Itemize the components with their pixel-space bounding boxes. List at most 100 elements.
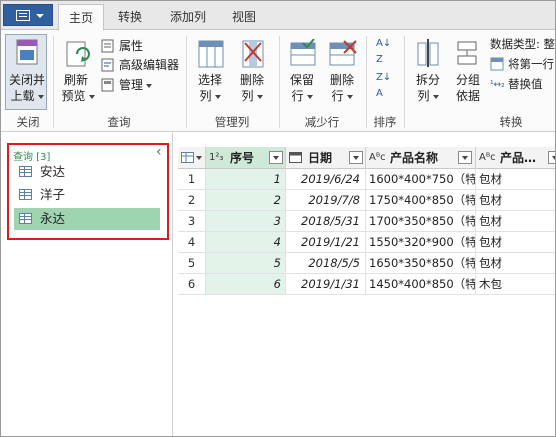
remove-rows-label-2: 行 bbox=[331, 89, 344, 103]
filter-dropdown-icon[interactable] bbox=[548, 151, 556, 164]
tab-add-column[interactable]: 添加列 bbox=[160, 4, 216, 31]
filter-dropdown-icon[interactable] bbox=[269, 151, 283, 164]
keep-rows-label-2: 行 bbox=[291, 89, 304, 103]
refresh-icon bbox=[66, 41, 90, 67]
tab-home[interactable]: 主页 bbox=[58, 4, 104, 31]
column-header-product-truncated[interactable]: Aᴮc 产品… bbox=[476, 147, 556, 169]
cell-date[interactable]: 2019/7/8 bbox=[286, 190, 366, 211]
split-column-label-1[interactable]: 拆分 bbox=[410, 72, 446, 88]
dropdown-arrow-icon bbox=[214, 94, 221, 99]
filter-dropdown-icon[interactable] bbox=[349, 151, 363, 164]
group-by-icon bbox=[457, 41, 477, 65]
cell-seq[interactable]: 5 bbox=[206, 253, 286, 274]
use-first-row-button[interactable]: 将第一行 bbox=[508, 56, 554, 72]
cell-date[interactable]: 2019/1/21 bbox=[286, 232, 366, 253]
cell-product[interactable]: 包材 bbox=[476, 253, 556, 274]
advanced-editor-icon bbox=[101, 58, 114, 72]
advanced-editor-button[interactable]: 高级编辑器 bbox=[119, 57, 179, 73]
split-column-icon bbox=[417, 39, 439, 67]
choose-columns-label-2: 列 bbox=[199, 89, 212, 103]
table-menu-icon bbox=[181, 152, 202, 163]
whole-number-type-icon[interactable]: 1²₃ bbox=[209, 147, 223, 168]
split-column-label-2: 列 bbox=[417, 89, 430, 103]
cell-product-name[interactable]: 1450*400*850（特… bbox=[366, 274, 476, 295]
cell-date[interactable]: 2018/5/31 bbox=[286, 211, 366, 232]
filter-dropdown-icon[interactable] bbox=[458, 151, 472, 164]
remove-columns-label-2: 列 bbox=[241, 89, 254, 103]
manage-button[interactable]: 管理 bbox=[119, 77, 153, 93]
remove-columns-label-1[interactable]: 删除 bbox=[234, 72, 270, 88]
cell-product-name[interactable]: 1600*400*750（特… bbox=[366, 169, 476, 190]
row-number[interactable]: 6 bbox=[178, 274, 206, 295]
remove-columns-button[interactable]: 列 bbox=[234, 88, 270, 104]
row-number[interactable]: 2 bbox=[178, 190, 206, 211]
group-by-label-2[interactable]: 依据 bbox=[450, 88, 486, 104]
keep-rows-icon bbox=[290, 39, 316, 66]
cell-product[interactable]: 包材 bbox=[476, 169, 556, 190]
dropdown-arrow-icon bbox=[88, 94, 95, 99]
group-label-transform: 转换 bbox=[499, 115, 523, 129]
cell-product-name[interactable]: 1550*320*900（特… bbox=[366, 232, 476, 253]
cell-product-name[interactable]: 1650*350*850（特… bbox=[366, 253, 476, 274]
table-menu-button[interactable] bbox=[178, 147, 206, 169]
choose-columns-button[interactable]: 列 bbox=[192, 88, 228, 104]
annotation-highlight-box bbox=[7, 143, 169, 240]
replace-values-icon: ¹↔₂ bbox=[490, 80, 505, 90]
cell-seq[interactable]: 2 bbox=[206, 190, 286, 211]
close-load-label-1: 关闭并 bbox=[8, 73, 45, 87]
cell-date[interactable]: 2018/5/5 bbox=[286, 253, 366, 274]
choose-columns-label-1[interactable]: 选择 bbox=[192, 72, 228, 88]
chevron-down-icon bbox=[36, 14, 44, 18]
row-number[interactable]: 5 bbox=[178, 253, 206, 274]
text-type-icon[interactable]: Aᴮc bbox=[369, 147, 386, 168]
cell-product-name[interactable]: 1700*350*850（特… bbox=[366, 211, 476, 232]
close-load-label-2-text: 上载 bbox=[10, 89, 35, 103]
cell-product[interactable]: 包材 bbox=[476, 232, 556, 253]
cell-date[interactable]: 2019/1/31 bbox=[286, 274, 366, 295]
cell-product-name[interactable]: 1750*400*850（特… bbox=[366, 190, 476, 211]
cell-product[interactable]: 包材 bbox=[476, 211, 556, 232]
row-number[interactable]: 3 bbox=[178, 211, 206, 232]
keep-rows-label-1[interactable]: 保留 bbox=[284, 72, 320, 88]
refresh-preview-button[interactable]: 预览 bbox=[56, 88, 100, 104]
properties-button[interactable]: 属性 bbox=[119, 38, 143, 54]
divider bbox=[404, 36, 405, 128]
remove-rows-label-1[interactable]: 删除 bbox=[324, 72, 360, 88]
split-column-button[interactable]: 列 bbox=[410, 88, 446, 104]
dropdown-arrow-icon bbox=[346, 94, 353, 99]
data-type-dropdown[interactable]: 数据类型: 整 bbox=[490, 36, 555, 52]
remove-rows-button[interactable]: 行 bbox=[324, 88, 360, 104]
column-header-label: 日期 bbox=[308, 151, 333, 165]
row-number[interactable]: 1 bbox=[178, 169, 206, 190]
date-type-icon[interactable] bbox=[289, 152, 303, 164]
cell-seq[interactable]: 3 bbox=[206, 211, 286, 232]
cell-seq[interactable]: 4 bbox=[206, 232, 286, 253]
refresh-preview-label-1[interactable]: 刷新 bbox=[56, 72, 96, 88]
text-type-icon[interactable]: Aᴮc bbox=[479, 147, 496, 168]
cell-product[interactable]: 木包 bbox=[476, 274, 556, 295]
column-header-date[interactable]: 日期 bbox=[286, 147, 366, 169]
sort-ascending-icon[interactable]: A↓ Z bbox=[376, 36, 391, 68]
sort-descending-icon[interactable]: Z↓ A bbox=[376, 70, 391, 102]
tab-transform[interactable]: 转换 bbox=[110, 4, 150, 31]
keep-rows-button[interactable]: 行 bbox=[284, 88, 320, 104]
cell-seq[interactable]: 6 bbox=[206, 274, 286, 295]
group-by-label-1[interactable]: 分组 bbox=[450, 72, 486, 88]
manage-label: 管理 bbox=[119, 78, 144, 92]
tab-view[interactable]: 视图 bbox=[224, 4, 264, 31]
group-label-reduce-rows: 减少行 bbox=[304, 115, 340, 129]
file-menu-button[interactable] bbox=[3, 4, 53, 26]
column-header-seq[interactable]: 1²₃ 序号 bbox=[206, 147, 286, 169]
replace-values-button[interactable]: 替换值 bbox=[508, 76, 543, 92]
group-label-query: 查询 bbox=[107, 115, 131, 129]
divider bbox=[279, 36, 280, 128]
column-header-product-name[interactable]: Aᴮc 产品名称 bbox=[366, 147, 476, 169]
cell-seq[interactable]: 1 bbox=[206, 169, 286, 190]
use-first-row-icon bbox=[490, 57, 504, 71]
cell-product[interactable]: 包材 bbox=[476, 190, 556, 211]
row-number[interactable]: 4 bbox=[178, 232, 206, 253]
ribbon-tab-bar: 主页 转换 添加列 视图 bbox=[0, 0, 556, 31]
cell-date[interactable]: 2019/6/24 bbox=[286, 169, 366, 190]
remove-rows-icon bbox=[329, 40, 357, 66]
dropdown-arrow-icon bbox=[37, 94, 44, 99]
